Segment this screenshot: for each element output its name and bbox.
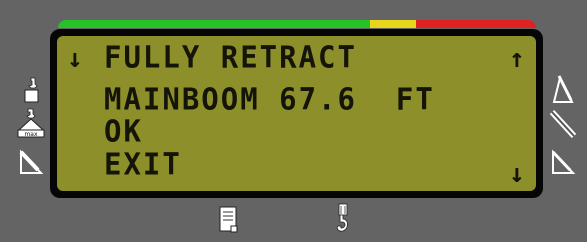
max-label: max <box>24 131 38 138</box>
hook-weight-icon[interactable] <box>22 76 42 104</box>
boom-length-icon[interactable] <box>552 74 574 104</box>
scroll-down-icon[interactable]: ↓ <box>509 161 525 187</box>
jib-angle-icon[interactable] <box>550 148 576 176</box>
load-indicator-green <box>58 20 370 28</box>
menu-item-exit[interactable]: EXIT <box>104 147 182 181</box>
mainboom-length-readout: MAINBOOM 67.6 FT <box>104 81 435 117</box>
scroll-up-icon[interactable]: ↑ <box>509 46 525 72</box>
load-indicator-yellow <box>370 20 416 28</box>
document-icon[interactable] <box>218 205 240 235</box>
menu-item-ok[interactable]: OK <box>104 114 143 148</box>
load-indicator-red <box>416 20 536 28</box>
max-load-icon[interactable]: max <box>16 108 46 138</box>
menu-item-fully-retract[interactable]: FULLY RETRACT <box>104 40 357 74</box>
boom-angle-icon[interactable] <box>18 148 44 176</box>
hook-block-icon[interactable] <box>333 203 353 235</box>
selection-arrow-icon: ↓ <box>67 44 83 74</box>
telescope-icon[interactable] <box>549 109 577 139</box>
